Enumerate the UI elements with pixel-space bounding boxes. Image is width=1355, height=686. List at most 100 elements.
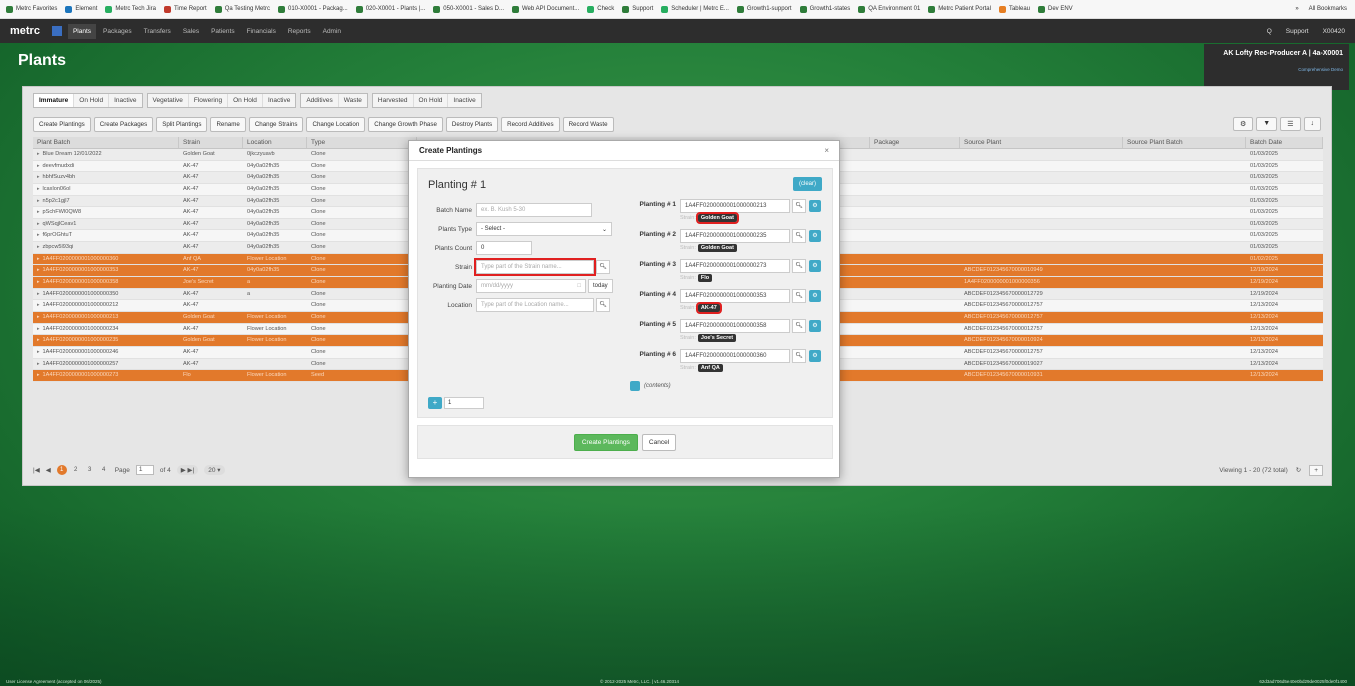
nav-transfers[interactable]: Transfers — [139, 24, 176, 39]
bookmark-item[interactable]: Qa Testing Metrc — [214, 5, 270, 13]
nav-financials[interactable]: Financials — [242, 24, 281, 39]
planting-tag-input[interactable]: 1A4FF0200000001000000235 — [680, 229, 790, 243]
record-waste-button[interactable]: Record Waste — [562, 117, 614, 132]
gear-icon[interactable]: ⚙ — [809, 200, 821, 212]
tab-flowering[interactable]: Flowering — [189, 94, 229, 107]
nav-right-item[interactable]: Support — [1286, 28, 1309, 35]
bookmark-item[interactable]: Web API Document... — [512, 5, 579, 13]
bookmark-item[interactable]: Time Report — [163, 5, 207, 13]
nav-plants[interactable]: Plants — [67, 23, 97, 39]
cancel-button[interactable]: Cancel — [641, 433, 677, 451]
planting-tag-input[interactable]: 1A4FF0200000001000000358 — [680, 319, 790, 333]
bookmark-item[interactable]: QA Environment 01 — [858, 5, 920, 13]
bookmark-item[interactable]: 020-X0001 - Plants |... — [355, 5, 425, 13]
nav-reports[interactable]: Reports — [283, 24, 316, 39]
search-icon[interactable]: 🔍︎ — [792, 229, 806, 243]
tab-inactive[interactable]: Inactive — [263, 94, 295, 107]
tab-immature[interactable]: Immature — [34, 94, 75, 107]
grid-tool-button[interactable]: ☰ — [1280, 117, 1301, 131]
nav-right-item[interactable]: Q — [1267, 28, 1272, 35]
export-button[interactable]: + — [1309, 464, 1323, 476]
search-icon[interactable]: 🔍︎ — [792, 289, 806, 303]
gear-icon[interactable] — [630, 381, 640, 391]
split-plantings-button[interactable]: Split Plantings — [156, 117, 208, 132]
nav-sales[interactable]: Sales — [178, 24, 204, 39]
bookmark-item[interactable]: Metrc Patient Portal — [928, 5, 991, 13]
bookmark-item[interactable]: Check — [587, 5, 614, 13]
destroy-plants-button[interactable]: Destroy Plants — [445, 117, 499, 132]
bookmark-item[interactable]: Element — [65, 5, 97, 13]
planting-date-input[interactable]: mm/dd/yyyy □ — [476, 279, 586, 293]
nav-right-item[interactable]: X00420 — [1323, 28, 1345, 35]
add-icon[interactable]: + — [428, 397, 442, 409]
column-header[interactable]: Source Plant — [960, 137, 1123, 148]
tab-on-hold[interactable]: On Hold — [74, 94, 110, 107]
planting-tag-input[interactable]: 1A4FF0200000001000000353 — [680, 289, 790, 303]
today-button[interactable]: today — [588, 279, 613, 293]
strain-search-icon[interactable]: 🔍︎ — [596, 260, 610, 274]
column-header[interactable]: Plant Batch — [33, 137, 179, 148]
rename-button[interactable]: Rename — [210, 117, 246, 132]
bookmark-item[interactable]: 010-X0001 - Packag... — [277, 5, 348, 13]
search-icon[interactable]: 🔍︎ — [792, 319, 806, 333]
page-number[interactable]: 2 — [71, 465, 81, 475]
bookmark-item[interactable]: Support — [622, 5, 653, 13]
record-additives-button[interactable]: Record Additives — [501, 117, 560, 132]
bookmark-item[interactable]: Tableau — [998, 5, 1030, 13]
bookmark-item[interactable]: Scheduler | Metrc E... — [661, 5, 729, 13]
create-plantings-button[interactable]: Create Plantings — [33, 117, 91, 132]
tab-inactive[interactable]: Inactive — [448, 94, 480, 107]
bookmark-item[interactable]: 050-X0001 - Sales D... — [433, 5, 504, 13]
column-header[interactable]: Strain — [179, 137, 243, 148]
facility-selector[interactable]: AK Lofty Rec-Producer A | 4a-X0001 Compr… — [1204, 44, 1349, 90]
page-size-select[interactable]: 20 ▾ — [204, 465, 225, 475]
strain-input[interactable]: Type part of the Strain name... — [474, 258, 596, 276]
planting-tag-input[interactable]: 1A4FF0200000001000000360 — [680, 349, 790, 363]
clear-button[interactable]: (clear) — [792, 177, 822, 191]
bookmark-item[interactable]: Growth1-support — [736, 5, 792, 13]
column-header[interactable]: Location — [243, 137, 307, 148]
plants-type-select[interactable]: - Select - ⌄ — [476, 222, 612, 236]
license-link[interactable]: User License Agreement (accepted on 06/2… — [6, 679, 102, 684]
page-number[interactable]: 4 — [99, 465, 109, 475]
search-icon[interactable]: 🔍︎ — [792, 199, 806, 213]
next-page-icon[interactable]: ▶ ▶| — [176, 465, 199, 475]
plants-count-input[interactable]: 0 — [476, 241, 532, 255]
change-growth-phase-button[interactable]: Change Growth Phase — [368, 117, 443, 132]
change-location-button[interactable]: Change Location — [306, 117, 366, 132]
prev-page-icon[interactable]: ◀ — [46, 466, 51, 474]
gear-icon[interactable]: ⚙ — [809, 350, 821, 362]
nav-admin[interactable]: Admin — [318, 24, 346, 39]
grid-tool-button[interactable]: ⚙ — [1233, 117, 1254, 131]
grid-tool-button[interactable]: ↓ — [1303, 117, 1321, 131]
column-header[interactable]: Source Plant Batch — [1123, 137, 1246, 148]
change-strains-button[interactable]: Change Strains — [248, 117, 304, 132]
search-icon[interactable]: 🔍︎ — [792, 349, 806, 363]
apps-grid-icon[interactable] — [51, 26, 62, 36]
location-input[interactable]: Type part of the Location name... — [476, 298, 594, 312]
tab-additives[interactable]: Additives — [301, 94, 339, 107]
nav-patients[interactable]: Patients — [206, 24, 240, 39]
tab-vegetative[interactable]: Vegetative — [148, 94, 189, 107]
nav-packages[interactable]: Packages — [98, 24, 137, 39]
tab-waste[interactable]: Waste — [339, 94, 367, 107]
grid-tool-button[interactable]: ▼ — [1256, 117, 1278, 131]
bookmark-item[interactable]: Growth1-states — [799, 5, 850, 13]
add-count-input[interactable]: 1 — [444, 397, 484, 409]
metrc-logo[interactable]: metrc — [10, 25, 40, 37]
page-number[interactable]: 3 — [85, 465, 95, 475]
bookmark-item[interactable]: Dev ENV — [1038, 5, 1073, 13]
tab-on-hold[interactable]: On Hold — [228, 94, 263, 107]
tab-inactive[interactable]: Inactive — [109, 94, 141, 107]
all-bookmarks[interactable]: All Bookmarks — [1309, 6, 1347, 12]
bookmark-item[interactable]: Metrc Favorites — [6, 5, 57, 13]
planting-tag-input[interactable]: 1A4FF0200000001000000273 — [680, 259, 790, 273]
gear-icon[interactable]: ⚙ — [809, 320, 821, 332]
page-input[interactable]: 1 — [135, 465, 154, 475]
more-bookmarks-icon[interactable]: » — [1295, 6, 1298, 12]
gear-icon[interactable]: ⚙ — [809, 230, 821, 242]
tab-harvested[interactable]: Harvested — [373, 94, 414, 107]
gear-icon[interactable]: ⚙ — [809, 260, 821, 272]
column-header[interactable]: Package — [870, 137, 960, 148]
location-search-icon[interactable]: 🔍︎ — [596, 298, 610, 312]
